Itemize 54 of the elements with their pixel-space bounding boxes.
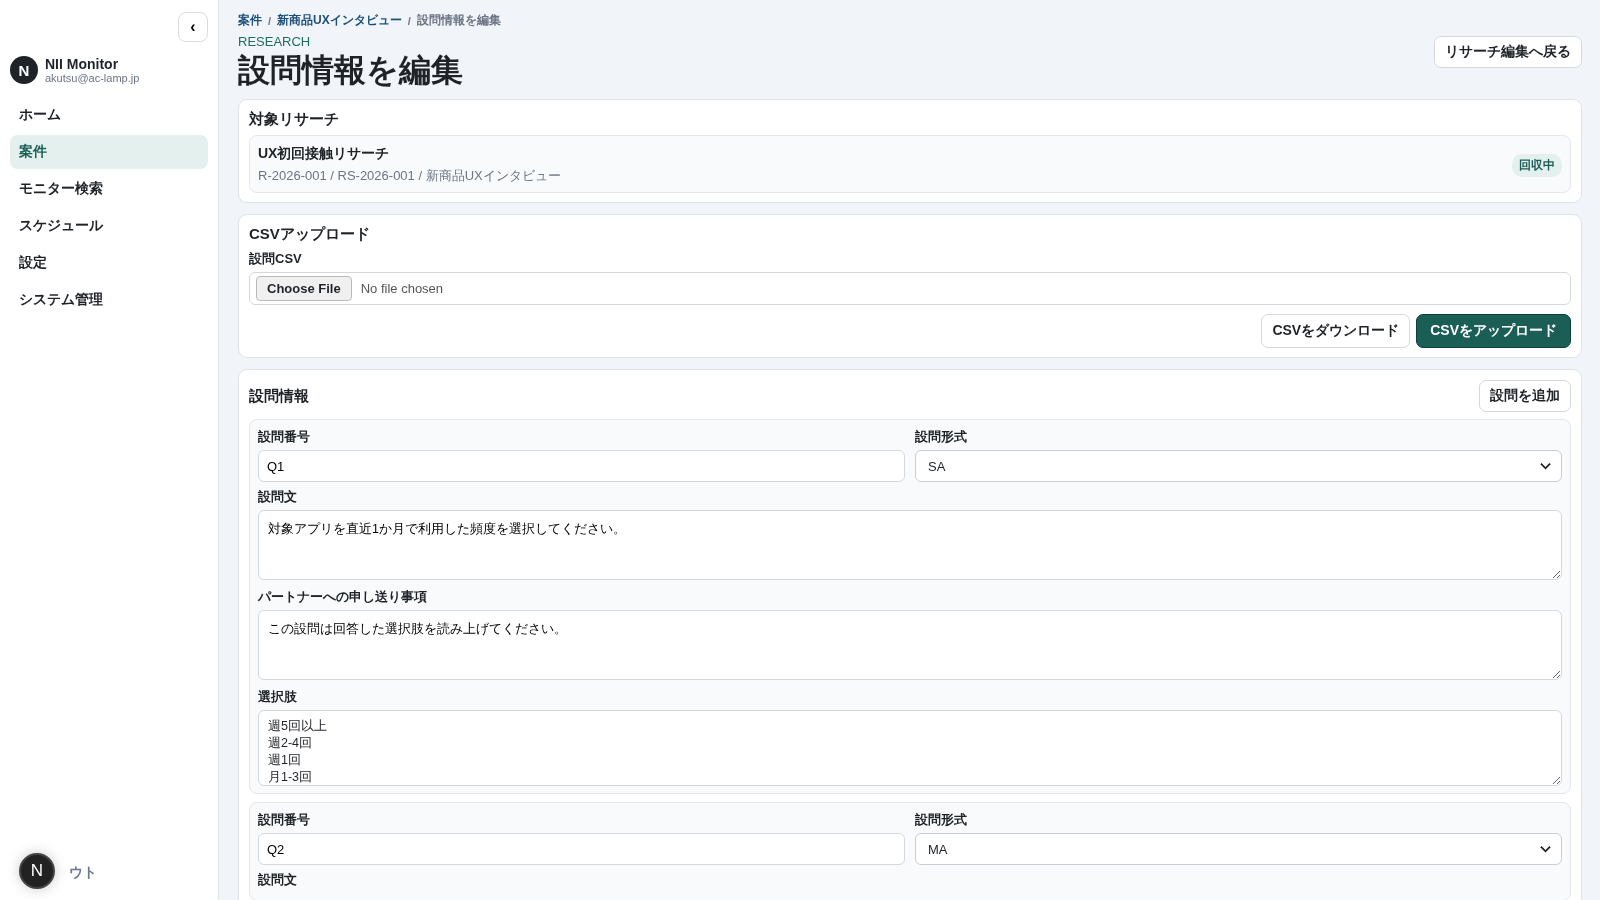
field-label: 設問番号 (258, 811, 311, 829)
page-title: 設問情報を編集 (238, 51, 464, 90)
nav-item[interactable]: 設定 (10, 246, 208, 280)
choice-line: 月1-3回 (268, 769, 313, 785)
choices-text-area[interactable]: 週5回以上 週2-4回 週1回 月1-3回 (258, 710, 1562, 786)
nav-item[interactable]: 案件 (10, 135, 208, 169)
file-input[interactable]: Choose File No file chosen (249, 272, 1571, 305)
question-format-select[interactable]: SA (915, 450, 1562, 482)
breadcrumb-separator: / (268, 14, 272, 27)
breadcrumb-separator: / (407, 14, 411, 27)
field-label: 設問番号 (258, 428, 311, 446)
nav-item[interactable]: システム管理 (10, 283, 208, 317)
dev-badge[interactable]: N (19, 853, 55, 889)
back-button[interactable]: リサーチ編集へ戻る (1434, 36, 1582, 68)
section-heading: 設問情報 (249, 386, 309, 406)
field-label: 設問形式 (915, 811, 968, 829)
chevron-icon (1540, 462, 1551, 470)
nav-item[interactable]: ホーム (10, 98, 208, 132)
field-label: 設問文 (258, 488, 298, 506)
eyebrow-label: RESEARCH (238, 34, 312, 49)
download-button[interactable]: CSVをダウンロード (1261, 314, 1411, 348)
field-label: 選択肢 (258, 688, 298, 706)
choice-line: 週5回以上 (268, 718, 327, 735)
text-area[interactable]: 対象アプリを直近1か月で利用した頻度を選択してください。 (258, 510, 1562, 580)
breadcrumb-link[interactable]: 新商品UXインタビュー (277, 12, 402, 29)
breadcrumb-current: 設問情報を編集 (416, 12, 501, 29)
status-badge: 回収中 (1512, 153, 1562, 177)
avatar: N (10, 56, 38, 84)
user-email: akutsu@ac-lamp.jp (45, 72, 140, 84)
question-number-field[interactable]: Q1 (258, 450, 905, 482)
file-status: No file chosen (360, 281, 444, 296)
chevron-icon (1540, 845, 1551, 853)
field-label: パートナーへの申し送り事項 (258, 588, 428, 606)
collapse-button[interactable]: ‹ (178, 12, 208, 42)
field-label: 設問形式 (915, 428, 968, 446)
section-heading: CSVアップロード (249, 225, 371, 244)
add-question-button[interactable]: 設問を追加 (1479, 380, 1571, 412)
user-name: NII Monitor (45, 56, 120, 72)
choice-line: 週1回 (268, 752, 301, 769)
upload-button[interactable]: CSVをアップロード (1416, 314, 1571, 348)
nav-item[interactable]: スケジュール (10, 209, 208, 243)
breadcrumb-link[interactable]: 案件 (238, 12, 262, 29)
question-number-field[interactable]: Q2 (258, 833, 905, 865)
choose-file-button[interactable]: Choose File (256, 276, 352, 301)
text-area[interactable]: この設問は回答した選択肢を読み上げてください。 (258, 610, 1562, 680)
research-meta: R-2026-001 / RS-2026-001 / 新商品UXインタビュー (258, 167, 561, 185)
nav-item[interactable]: モニター検索 (10, 172, 208, 206)
field-label: 設問文 (258, 871, 298, 889)
section-heading: 対象リサーチ (249, 110, 340, 129)
research-name: UX初回接触リサーチ (258, 145, 391, 163)
logout-link[interactable]: ウト (69, 864, 97, 882)
field-label: 設問CSV (249, 250, 303, 268)
choice-line: 週2-4回 (268, 735, 313, 752)
question-format-select[interactable]: MA (915, 833, 1562, 865)
